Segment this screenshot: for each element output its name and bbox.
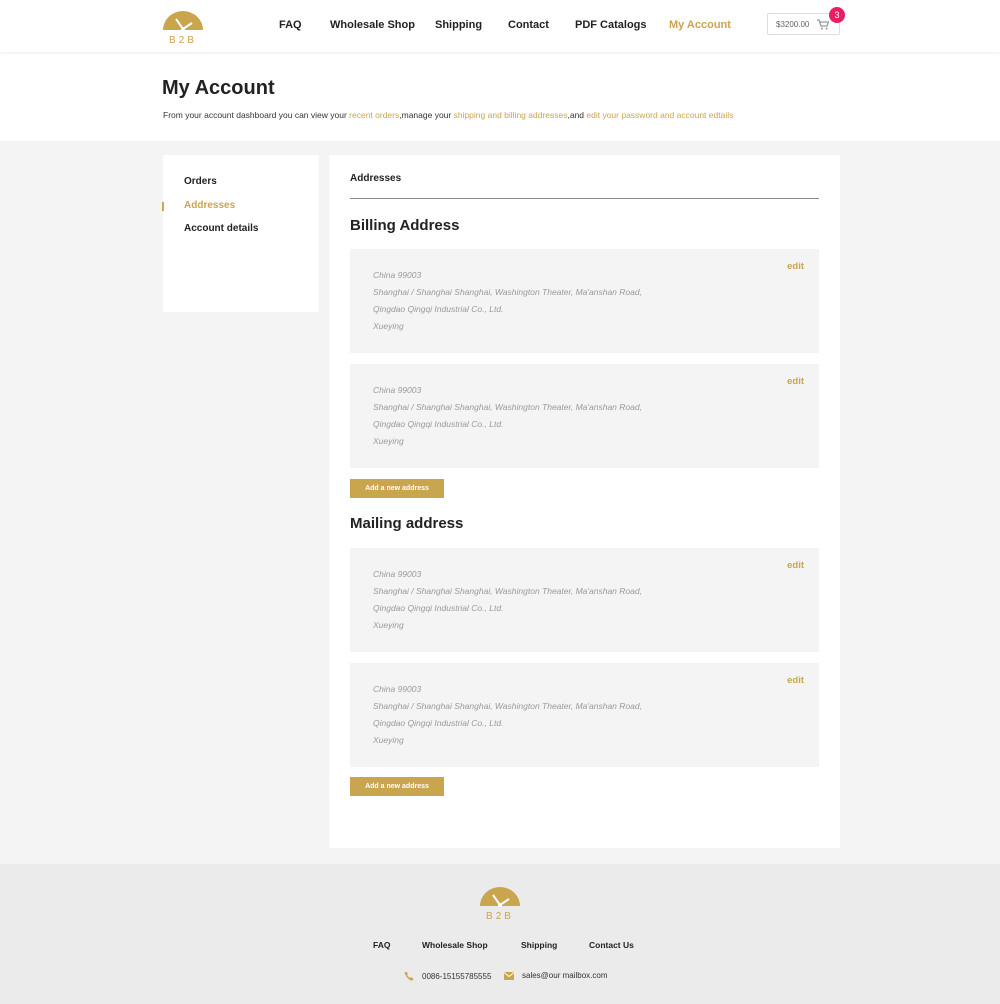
envelope-icon — [504, 971, 514, 980]
mailing-address-card: edit China 99003 Shanghai / Shanghai Sha… — [350, 663, 819, 767]
address-line: China 99003 — [373, 270, 422, 280]
address-line: Xueying — [373, 620, 404, 630]
nav-pdf-catalogs[interactable]: PDF Catalogs — [575, 19, 647, 31]
address-line: Shanghai / Shanghai Shanghai, Washington… — [373, 402, 642, 412]
address-line: China 99003 — [373, 385, 422, 395]
address-line: China 99003 — [373, 684, 422, 694]
nav-faq[interactable]: FAQ — [279, 19, 302, 31]
cart-icon — [817, 19, 830, 32]
active-marker — [162, 202, 164, 211]
email-address[interactable]: sales@our mailbox.com — [522, 971, 607, 980]
site-header: B2B FAQ Wholesale Shop Shipping Contact … — [0, 0, 1000, 52]
footer-phone: 0086-15155785555 — [404, 971, 491, 981]
billing-address-card: edit China 99003 Shanghai / Shanghai Sha… — [350, 249, 819, 353]
address-line: Shanghai / Shanghai Shanghai, Washington… — [373, 586, 642, 596]
intro-mid1: ,manage your — [399, 110, 454, 120]
footer-nav-shipping[interactable]: Shipping — [521, 940, 557, 950]
footer-nav-wholesale-shop[interactable]: Wholesale Shop — [422, 940, 488, 950]
edit-link[interactable]: edit — [787, 261, 804, 272]
addresses-link[interactable]: shipping and billing addresses — [454, 110, 568, 120]
tab-divider — [350, 198, 819, 199]
address-line: Shanghai / Shanghai Shanghai, Washington… — [373, 701, 642, 711]
address-line: Xueying — [373, 321, 404, 331]
page-title: My Account — [162, 77, 275, 99]
address-line: Xueying — [373, 436, 404, 446]
site-footer: B2B FAQ Wholesale Shop Shipping Contact … — [0, 864, 1000, 1004]
edit-link[interactable]: edit — [787, 675, 804, 686]
footer-logo-text: B2B — [486, 911, 514, 920]
add-billing-address-button[interactable]: Add a new address — [350, 479, 444, 498]
address-line: China 99003 — [373, 569, 422, 579]
billing-address-card: edit China 99003 Shanghai / Shanghai Sha… — [350, 364, 819, 468]
address-line: Xueying — [373, 735, 404, 745]
recent-orders-link[interactable]: recent orders — [349, 110, 399, 120]
intro-mid2: ,and — [567, 110, 587, 120]
nav-my-account[interactable]: My Account — [669, 19, 731, 31]
billing-title: Billing Address — [350, 217, 460, 234]
addresses-panel: Addresses Billing Address edit China 990… — [329, 155, 840, 848]
tab-addresses: Addresses — [350, 173, 402, 184]
add-mailing-address-button[interactable]: Add a new address — [350, 777, 444, 796]
address-line: Shanghai / Shanghai Shanghai, Washington… — [373, 287, 642, 297]
address-line: Qingdao Qingqi Industrial Co., Ltd. — [373, 419, 504, 429]
logo-text: B2B — [169, 35, 197, 44]
cart-count-badge: 3 — [829, 7, 845, 23]
intro-text: From your account dashboard you can view… — [163, 110, 733, 120]
footer-logo-icon[interactable]: B2B — [479, 886, 521, 922]
nav-shipping[interactable]: Shipping — [435, 19, 482, 31]
intro-prefix: From your account dashboard you can view… — [163, 110, 350, 120]
footer-nav-contact-us[interactable]: Contact Us — [589, 940, 634, 950]
account-sidebar: Orders Addresses Account details — [162, 155, 319, 312]
phone-icon — [404, 971, 414, 981]
account-details-link[interactable]: edit your password and account edtails — [586, 110, 733, 120]
footer-nav-faq[interactable]: FAQ — [373, 940, 390, 950]
cart-total: $3200.00 — [776, 19, 810, 29]
phone-number: 0086-15155785555 — [422, 971, 492, 981]
address-line: Qingdao Qingqi Industrial Co., Ltd. — [373, 304, 504, 314]
sidebar-item-addresses[interactable]: Addresses — [184, 200, 235, 211]
nav-contact[interactable]: Contact — [508, 19, 549, 31]
logo-icon[interactable]: B2B — [162, 10, 204, 44]
nav-wholesale-shop[interactable]: Wholesale Shop — [330, 19, 415, 31]
edit-link[interactable]: edit — [787, 376, 804, 387]
mailing-title: Mailing address — [350, 515, 464, 532]
page-header: My Account From your account dashboard y… — [0, 52, 1000, 141]
address-line: Qingdao Qingqi Industrial Co., Ltd. — [373, 603, 504, 613]
sidebar-item-orders[interactable]: Orders — [184, 176, 217, 187]
footer-email: sales@our mailbox.com — [504, 971, 607, 980]
address-line: Qingdao Qingqi Industrial Co., Ltd. — [373, 718, 504, 728]
sidebar-item-account-details[interactable]: Account details — [184, 223, 258, 234]
edit-link[interactable]: edit — [787, 560, 804, 571]
mailing-address-card: edit China 99003 Shanghai / Shanghai Sha… — [350, 548, 819, 652]
